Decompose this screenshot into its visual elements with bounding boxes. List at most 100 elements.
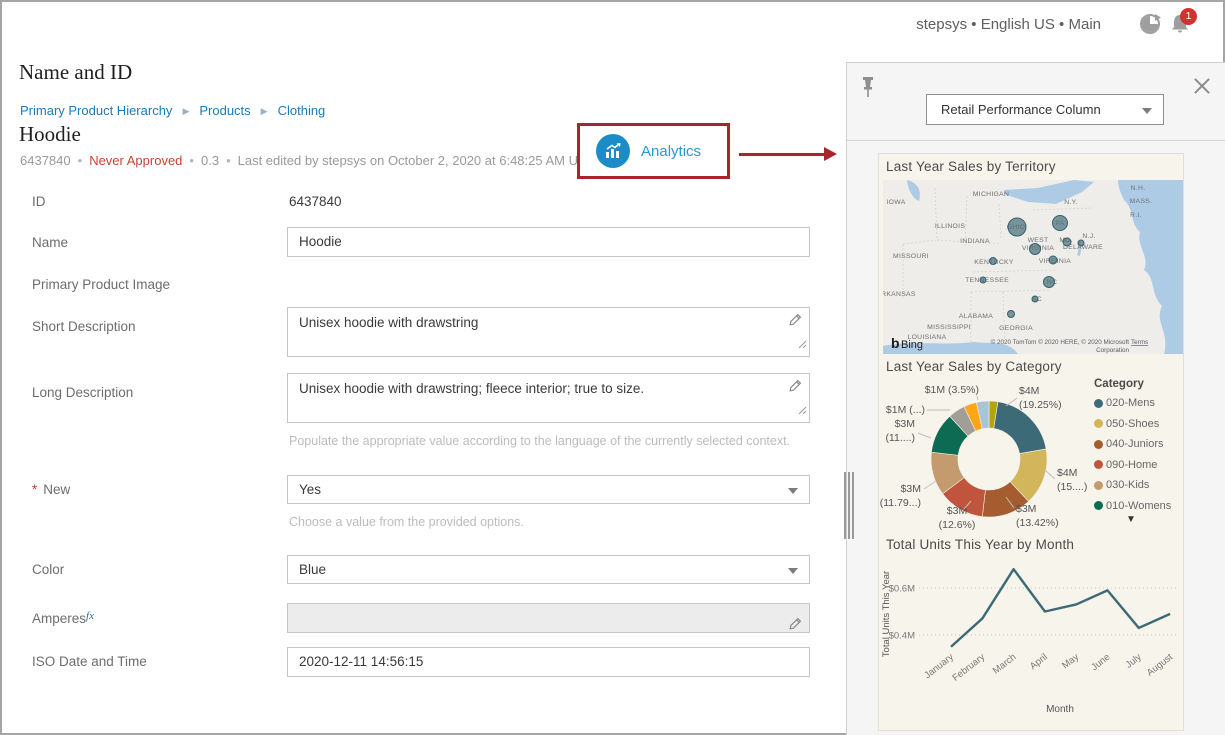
legend-item[interactable]: 030-Kids <box>1094 479 1184 491</box>
donut-legend: Category 020-Mens 050-Shoes 040-Juniors 090… <box>1094 378 1184 520</box>
line-chart-title: Total Units This Year by Month <box>886 537 1074 552</box>
legend-item[interactable]: 090-Home <box>1094 459 1184 471</box>
page-title: Name and ID <box>19 60 132 85</box>
approval-status: Never Approved <box>89 153 182 168</box>
svg-text:April: April <box>1028 652 1050 672</box>
long-description-textarea[interactable]: Unisex hoodie with drawstring; fleece in… <box>287 373 810 423</box>
svg-text:March: March <box>991 652 1019 677</box>
legend-item[interactable]: 050-Shoes <box>1094 418 1184 430</box>
breadcrumb-link-hierarchy[interactable]: Primary Product Hierarchy <box>20 103 172 118</box>
revision-number: 0.3 <box>201 153 219 168</box>
legend-color-dot <box>1094 399 1103 408</box>
svg-text:$1M (3.5%): $1M (3.5%) <box>925 384 979 396</box>
breadcrumb-separator-icon: ▶ <box>261 106 268 116</box>
map-terms-link[interactable]: Terms <box>1131 339 1148 346</box>
legend-color-dot <box>1094 440 1103 449</box>
svg-text:Corporation: Corporation <box>1096 347 1129 354</box>
dashboard-selector-dropdown[interactable]: Retail Performance Column <box>926 94 1164 125</box>
edit-pencil-icon[interactable] <box>789 379 802 397</box>
svg-text:N.Y.: N.Y. <box>1064 199 1078 206</box>
svg-text:$3M(11....): $3M(11....) <box>885 418 915 444</box>
svg-text:N.H.: N.H. <box>1131 185 1146 192</box>
breadcrumb-separator-icon: ▶ <box>182 106 189 116</box>
legend-color-dot <box>1094 460 1103 469</box>
id-value: 6437840 <box>289 194 342 209</box>
svg-text:May: May <box>1060 652 1081 672</box>
svg-text:Bing: Bing <box>901 339 923 351</box>
svg-text:INDIANA: INDIANA <box>960 238 990 245</box>
amperes-input-disabled <box>287 603 810 633</box>
field-helper-text: Populate the appropriate value according… <box>289 434 790 448</box>
dashboard-card: Last Year Sales by Territory IOWAMICHIGA… <box>878 153 1184 731</box>
svg-text:February: February <box>950 652 987 684</box>
analytics-panel: Retail Performance Column Last Year Sale… <box>846 62 1225 735</box>
field-label: Short Description <box>32 319 136 334</box>
notification-count-badge[interactable]: 1 <box>1180 8 1197 25</box>
svg-text:$4M(19.25%): $4M(19.25%) <box>1019 385 1062 411</box>
field-label: Color <box>32 562 64 577</box>
panel-resize-grip[interactable] <box>844 472 855 539</box>
pin-icon[interactable] <box>860 76 876 105</box>
svg-text:GEORGIA: GEORGIA <box>999 325 1033 332</box>
field-label: Long Description <box>32 385 133 400</box>
legend-scroll-down-icon[interactable]: ▼ <box>1126 514 1136 525</box>
svg-text:August: August <box>1145 651 1175 678</box>
analytics-icon <box>596 134 630 168</box>
resize-handle-icon[interactable] <box>798 336 807 354</box>
territory-map-chart: IOWAMICHIGANILLINOISINDIANAMISSOURIKENTU… <box>883 180 1183 354</box>
field-label: Name <box>32 235 68 250</box>
field-label: New <box>43 482 70 497</box>
analytics-panel-header: Retail Performance Column <box>847 63 1225 141</box>
field-helper-text: Choose a value from the provided options… <box>289 515 524 529</box>
legend-color-dot <box>1094 419 1103 428</box>
legend-item[interactable]: 040-Juniors <box>1094 438 1184 450</box>
chevron-down-icon <box>788 488 798 494</box>
required-marker: * <box>32 482 37 497</box>
svg-text:$1M (...): $1M (...) <box>886 404 925 416</box>
field-label: ISO Date and Time <box>32 654 147 669</box>
svg-text:b: b <box>891 335 900 351</box>
close-icon[interactable] <box>1191 75 1213 97</box>
svg-text:June: June <box>1089 652 1112 673</box>
calculated-fx-marker: fx <box>86 610 94 622</box>
chevron-down-icon <box>788 568 798 574</box>
svg-text:© 2020 TomTom © 2020 HERE, © 2: © 2020 TomTom © 2020 HERE, © 2020 Micros… <box>991 338 1130 346</box>
donut-chart-title: Last Year Sales by Category <box>886 359 1062 374</box>
product-meta: 6437840•Never Approved•0.3•Last edited b… <box>20 153 607 168</box>
svg-text:N.J.: N.J. <box>1082 233 1095 240</box>
breadcrumb: Primary Product Hierarchy ▶ Products ▶ Cloth… <box>20 103 325 118</box>
legend-item[interactable]: 010-Womens <box>1094 500 1184 512</box>
svg-text:WEST: WEST <box>1028 237 1049 244</box>
svg-text:MISSISSIPPI: MISSISSIPPI <box>927 324 971 331</box>
svg-text:IOWA: IOWA <box>886 199 905 206</box>
svg-text:R.I.: R.I. <box>1130 212 1142 219</box>
new-select[interactable]: Yes <box>287 475 810 504</box>
svg-text:$3M(13.42%): $3M(13.42%) <box>1016 503 1059 529</box>
edit-pencil-icon[interactable] <box>789 313 802 331</box>
user-context[interactable]: stepsys • English US • Main <box>916 16 1101 33</box>
breadcrumb-link-products[interactable]: Products <box>199 103 250 118</box>
field-label: Primary Product Image <box>32 277 170 292</box>
edit-pencil-icon[interactable] <box>789 612 802 640</box>
product-title: Hoodie <box>19 122 81 147</box>
units-line-chart: $0.6M$0.4MJanuaryFebruaryMarchAprilMayJu… <box>879 557 1185 727</box>
svg-text:ALABAMA: ALABAMA <box>959 313 993 320</box>
legend-color-dot <box>1094 481 1103 490</box>
svg-text:MASS.: MASS. <box>1130 198 1153 205</box>
name-input[interactable]: Hoodie <box>287 227 810 257</box>
svg-text:ILLINOIS: ILLINOIS <box>935 223 966 230</box>
short-description-textarea[interactable]: Unisex hoodie with drawstring <box>287 307 810 357</box>
resize-handle-icon[interactable] <box>798 402 807 420</box>
svg-text:$0.6M: $0.6M <box>889 584 915 595</box>
legend-title: Category <box>1094 378 1184 390</box>
svg-text:July: July <box>1124 652 1144 671</box>
breadcrumb-link-clothing[interactable]: Clothing <box>278 103 326 118</box>
analytics-button[interactable]: Analytics <box>577 123 730 179</box>
svg-text:ARKANSAS: ARKANSAS <box>883 291 916 298</box>
legend-item[interactable]: 020-Mens <box>1094 397 1184 409</box>
iso-date-input[interactable]: 2020-12-11 14:56:15 <box>287 647 810 677</box>
map-chart-title: Last Year Sales by Territory <box>886 159 1056 174</box>
recent-history-icon[interactable] <box>1138 12 1162 41</box>
meta-id: 6437840 <box>20 153 71 168</box>
color-select[interactable]: Blue <box>287 555 810 584</box>
